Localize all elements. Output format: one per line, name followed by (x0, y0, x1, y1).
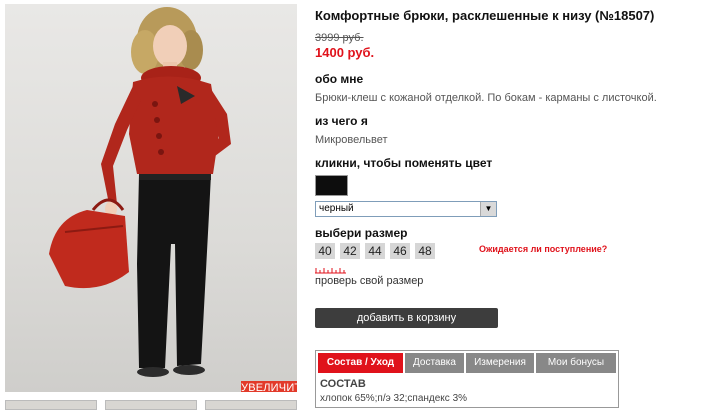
material-text: Микровельвет (315, 134, 388, 146)
tab-measurements[interactable]: Измерения (466, 353, 534, 373)
color-swatch-black[interactable] (315, 175, 348, 196)
size-option-44[interactable]: 44 (365, 243, 385, 259)
product-photo[interactable]: УВЕЛИЧИТЬ (5, 4, 297, 392)
tab-composition-care[interactable]: Состав / Уход (318, 353, 403, 373)
thumbnail-strip (5, 400, 297, 410)
color-select[interactable]: черный ▼ (315, 201, 497, 217)
zoom-button[interactable]: УВЕЛИЧИТЬ (241, 381, 297, 392)
tab-bonuses[interactable]: Мои бонусы (536, 353, 616, 373)
thumbnail[interactable] (5, 400, 97, 410)
material-heading: из чего я (315, 114, 368, 128)
add-to-cart-button[interactable]: добавить в корзину (315, 308, 498, 328)
chevron-down-icon[interactable]: ▼ (480, 202, 496, 216)
about-text: Брюки-клеш с кожаной отделкой. По бокам … (315, 92, 657, 104)
thumbnail[interactable] (105, 400, 197, 410)
product-details-tabs: Состав / Уход Доставка Измерения Мои бон… (315, 350, 619, 408)
old-price: 3999 руб. (315, 32, 364, 44)
tab-delivery[interactable]: Доставка (405, 353, 464, 373)
color-select-value: черный (319, 203, 354, 214)
product-title: Комфортные брюки, расклешенные к низу (№… (315, 8, 655, 23)
size-option-48[interactable]: 48 (415, 243, 435, 259)
tab-content-text: хлопок 65%;п/э 32;спандекс 3% (320, 393, 468, 404)
model-illustration (49, 7, 231, 377)
color-heading: кликни, чтобы поменять цвет (315, 156, 493, 170)
size-option-40[interactable]: 40 (315, 243, 335, 259)
check-size-link[interactable]: проверь свой размер (315, 275, 423, 287)
new-price: 1400 руб. (315, 45, 375, 60)
thumbnail[interactable] (205, 400, 297, 410)
notify-availability-link[interactable]: Ожидается ли поступление? (479, 244, 607, 254)
size-option-42[interactable]: 42 (340, 243, 360, 259)
about-heading: обо мне (315, 72, 364, 86)
size-heading: выбери размер (315, 226, 408, 240)
ruler-icon (315, 268, 346, 274)
tab-content-heading: СОСТАВ (320, 378, 366, 390)
size-option-46[interactable]: 46 (390, 243, 410, 259)
